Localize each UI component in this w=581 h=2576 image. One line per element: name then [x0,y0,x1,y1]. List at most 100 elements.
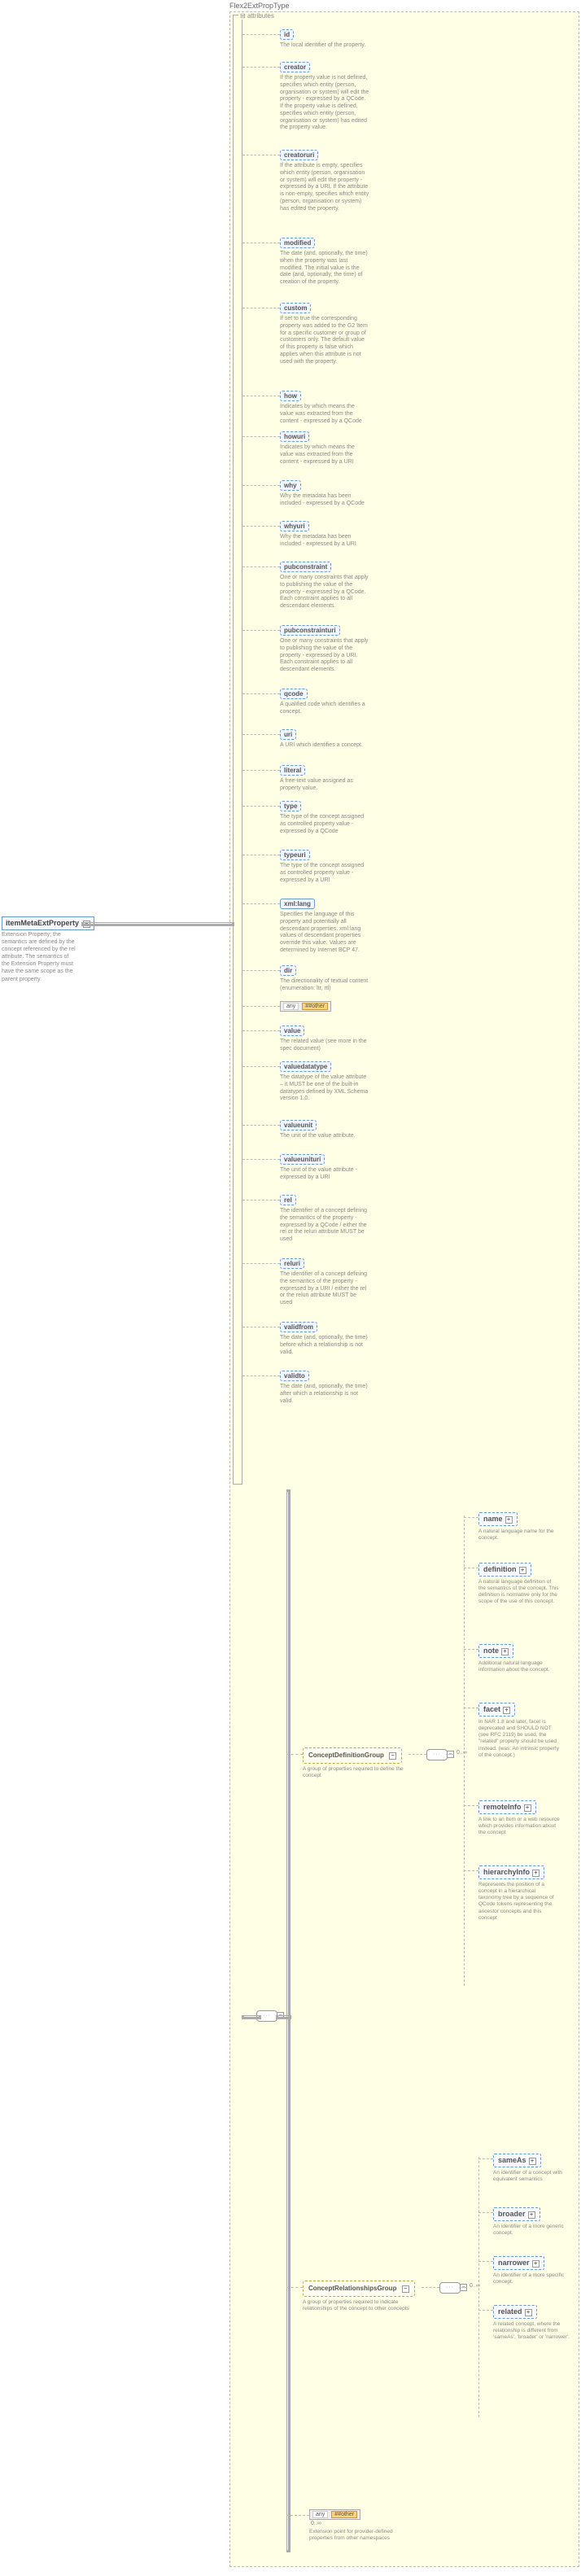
attr-validto[interactable]: validto The date (and, optionally, the ti… [280,1371,378,1405]
extension-any-element[interactable]: any ##other 0..∞ Extension point for pro… [309,2509,407,2542]
attr-label: valueunituri [280,1154,325,1165]
attr-other-tab: ##other [302,1003,328,1010]
attr-doc: The datatype of the value attribute – it… [280,1074,369,1103]
child-label: broader [498,2210,526,2218]
attr-typeuri[interactable]: typeuri The type of the concept assigned … [280,850,378,884]
attr-howuri[interactable]: howuriIndicates by which means the value… [280,431,378,466]
diagram-canvas: Flex2ExtPropType attributes itemMetaExtP… [0,0,581,2576]
attr-label: validto [280,1371,309,1381]
child-doc: An identifier of a concept with equivale… [493,2170,574,2183]
conceptdefinition-sequence[interactable]: − [426,1749,448,1760]
attr-doc: One or many constraints that apply to pu… [280,638,369,674]
child-doc: An identifier of a more generic concept. [493,2224,574,2237]
attr-doc: The local identifier of the property. [280,42,369,50]
attr-rel[interactable]: relThe identifier of a concept defining … [280,1195,378,1244]
attr-pubconstrainturi[interactable]: pubconstrainturiOne or many constraints … [280,625,378,674]
attr-valueunituri[interactable]: valueunituri The unit of the value attrib… [280,1154,378,1182]
child-related[interactable]: related+A related concept, where the rel… [493,2305,574,2341]
attr-label: creator [280,62,310,72]
conceptrelationships-group-label: ConceptRelationshipsGroup [308,2285,396,2292]
child-doc: A related concept, where the relationshi… [493,2321,574,2341]
attr-label: rel [280,1195,296,1205]
attr-doc: The date (and, optionally, the time) bef… [280,1335,369,1356]
attr-creator[interactable]: creator If the property value is not defi… [280,62,378,132]
attr-why[interactable]: why Why the metadata has been included - … [280,480,378,508]
attr-label: validfrom [280,1322,317,1332]
attr-dir[interactable]: dirThe directionality of textual content… [280,965,378,993]
attr-doc: Why the metadata has been included - exp… [280,493,369,508]
attr-label: uri [280,729,296,740]
root-element-doc: Extension Property; the semantics are de… [2,931,76,983]
attr-label: creatoruri [280,150,318,160]
child-note[interactable]: note+Additional natural language informa… [478,1644,560,1673]
child-label: remoteInfo [483,1803,522,1811]
extension-other-tab: ##other [331,2511,357,2518]
attr-doc: If set to true the corresponding propert… [280,316,369,365]
child-broader[interactable]: broader+An identifier of a more generic … [493,2207,574,2237]
child-label: facet [483,1705,500,1713]
attr-valuedatatype[interactable]: valuedatatype The datatype of the value a… [280,1061,378,1103]
attr-doc: Indicates by which means the value was e… [280,444,369,466]
conceptrelationships-sequence[interactable]: − [439,2282,461,2294]
attr-any-namespace[interactable]: any##other [280,1001,378,1012]
extension-card: 0..∞ [311,2521,407,2526]
attr-doc: The directionality of textual content (e… [280,978,369,993]
child-remoteinfo[interactable]: remoteInfo+A link to an item or a web re… [478,1800,560,1836]
attr-qcode[interactable]: qcode A qualified code which identifies a… [280,689,378,716]
attr-literal[interactable]: literalA free-text value assigned as pro… [280,765,378,793]
attr-label: valuedatatype [280,1061,331,1072]
attr-xml-lang[interactable]: xml:lang Specifies the language of this p… [280,899,378,955]
attr-creatoruri[interactable]: creatoruriIf the attribute is empty, spe… [280,150,378,212]
child-label: note [483,1647,499,1655]
child-definition[interactable]: definition+A natural language definition… [478,1563,560,1606]
root-element-label: itemMetaExtProperty [6,919,79,927]
child-doc: Additional natural language information … [478,1660,560,1673]
attr-doc: If the property value is not defined, sp… [280,75,369,132]
child-label: hierarchyInfo [483,1868,530,1876]
child-sameas[interactable]: sameAs+An identifier of a concept with e… [493,2154,574,2183]
attr-label: typeuri [280,850,310,860]
attr-doc: The unit of the value attribute - expres… [280,1167,369,1182]
attr-pubconstraint[interactable]: pubconstraintOne or many constraints tha… [280,562,378,610]
attr-value[interactable]: value The related value (see more in the … [280,1026,378,1053]
conceptdefinition-group-label: ConceptDefinitionGroup [308,1752,384,1759]
attr-uri[interactable]: uriA URI which identifies a concept. [280,729,378,750]
attr-modified[interactable]: modified The date (and, optionally, the t… [280,238,378,286]
attributes-header: attributes [238,12,276,20]
attr-type[interactable]: typeThe type of the concept assigned as … [280,801,378,835]
attr-validfrom[interactable]: validfrom The date (and, optionally, the … [280,1322,378,1356]
attr-doc: Why the metadata has been included - exp… [280,534,369,549]
conceptrelationships-group[interactable]: ConceptRelationshipsGroup − A group of p… [303,2281,425,2312]
conceptdefinition-group[interactable]: ConceptDefinitionGroup − A group of prop… [303,1747,417,1779]
conceptrelationships-group-doc: A group of properties required to indica… [303,2299,425,2312]
attr-reluri[interactable]: reluriThe identifier of a concept defini… [280,1258,378,1307]
attr-whyuri[interactable]: whyuri Why the metadata has been included… [280,521,378,549]
attr-doc: The type of the concept assigned as cont… [280,863,369,884]
attr-label: modified [280,238,315,248]
attr-label: xml:lang [280,899,315,909]
attr-label: whyuri [280,521,309,531]
attr-doc: The date (and, optionally, the time) whe… [280,251,369,286]
attr-how[interactable]: howIndicates by which means the value wa… [280,391,378,425]
attr-doc: The related value (see more in the spec … [280,1039,369,1053]
attr-label: value [280,1026,304,1036]
child-narrower[interactable]: narrower+An identifier of a more specifi… [493,2256,574,2285]
root-element-node[interactable]: itemMetaExtProperty − [2,916,94,930]
attr-doc: Specifies the language of this property … [280,912,369,955]
extension-doc: Extension point for provider-defined pro… [309,2529,407,2542]
child-hierarchyinfo[interactable]: hierarchyInfo+Represents the position of… [478,1865,560,1922]
attr-label: valueunit [280,1120,317,1131]
child-name[interactable]: name+A natural language name for the con… [478,1512,560,1542]
attr-label: qcode [280,689,308,699]
attr-custom[interactable]: customIf set to true the corresponding p… [280,303,378,365]
attr-doc: A free-text value assigned as property v… [280,778,369,793]
child-facet[interactable]: facet+In NAR 1.8 and later, facet is dep… [478,1703,560,1759]
attr-doc: The unit of the value attribute. [280,1133,369,1140]
child-doc: Represents the position of a concept in … [478,1882,560,1922]
attr-label: how [280,391,301,401]
attr-doc: The date (and, optionally, the time) aft… [280,1384,369,1405]
attr-doc: A qualified code which identifies a conc… [280,702,369,716]
attr-valueunit[interactable]: valueunit The unit of the value attribute… [280,1120,378,1140]
attr-id[interactable]: idThe local identifier of the property. [280,29,378,50]
attr-label: why [280,480,301,491]
